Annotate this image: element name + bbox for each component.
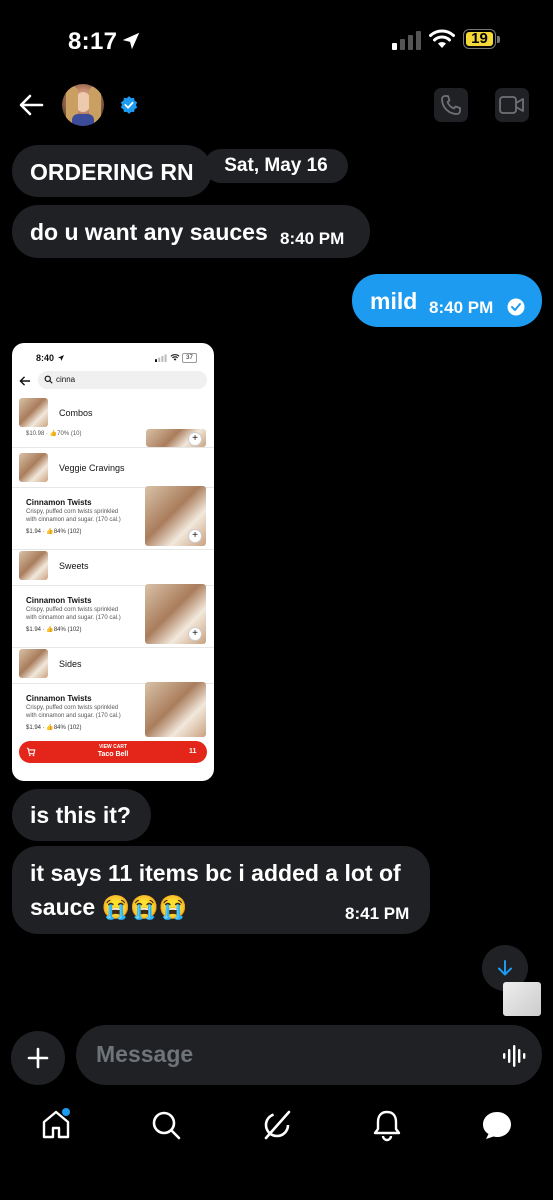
shot-price-line: $1.94 · 👍84% (102) <box>26 627 82 633</box>
voice-call-button[interactable] <box>434 88 468 122</box>
shot-category: Veggie Cravings <box>59 463 125 473</box>
date-chip: Sat, May 16 <box>204 149 348 183</box>
video-call-button[interactable] <box>495 88 529 122</box>
add-attachment-button[interactable] <box>11 1031 65 1085</box>
shot-price-line: $10.98 · 👍70% (10) <box>26 431 82 437</box>
message-text: is this it? <box>30 802 131 828</box>
shot-category: Sweets <box>59 561 89 571</box>
scroll-down-icon <box>498 960 512 976</box>
media-preview-thumbnail[interactable] <box>503 982 541 1016</box>
plus-icon <box>27 1047 49 1069</box>
search-icon[interactable] <box>150 1108 182 1142</box>
message-bubble-received[interactable]: do u want any sauces 8:40 PM <box>12 205 370 258</box>
grok-icon[interactable] <box>261 1108 293 1142</box>
message-text: mild <box>370 288 418 314</box>
message-bubble-sent[interactable]: mild 8:40 PM <box>352 274 542 327</box>
category-thumbnail <box>19 649 48 678</box>
message-time: 8:40 PM <box>280 229 345 248</box>
shot-item-title: Cinnamon Twists <box>26 596 92 605</box>
shot-price-line: $1.94 · 👍84% (102) <box>26 725 82 731</box>
message-text: ORDERING RN <box>30 159 194 185</box>
message-bubble-received[interactable]: it says 11 items bc i added a lot of sau… <box>12 846 430 934</box>
battery-level: 19 <box>471 30 488 47</box>
image-attachment[interactable]: 8:40 37 cinna Combos $10.98 · 👍70% (10) … <box>12 343 214 781</box>
shot-status-time: 8:40 <box>36 353 55 363</box>
location-arrow-icon <box>58 355 64 361</box>
shot-search-field: cinna <box>38 371 207 389</box>
search-icon <box>44 375 53 384</box>
category-thumbnail <box>19 551 48 580</box>
shot-category: Combos <box>59 408 93 418</box>
battery-icon: 19 <box>463 29 501 51</box>
message-bubble-received[interactable]: ORDERING RN <box>12 145 212 197</box>
status-time: 8:17 <box>68 28 118 55</box>
verified-icon <box>120 96 138 114</box>
add-item-icon: + <box>189 530 201 542</box>
shot-item-desc: Crispy, puffed corn twists sprinkled <box>26 607 119 613</box>
cart-label: VIEW CART <box>98 744 128 750</box>
bell-icon[interactable] <box>371 1108 403 1142</box>
message-time: 8:40 PM <box>429 298 494 317</box>
cart-count: 11 <box>189 748 197 755</box>
message-text: it says 11 items bc i added a lot of <box>30 860 401 886</box>
cart-store: Taco Bell <box>97 751 129 758</box>
message-time: 8:41 PM <box>345 904 410 923</box>
cellular-signal-icon <box>392 31 421 50</box>
category-thumbnail <box>19 453 48 482</box>
message-placeholder: Message <box>96 1041 194 1067</box>
add-item-icon: + <box>189 433 201 445</box>
combo-thumbnail <box>19 398 48 427</box>
shot-item-title: Cinnamon Twists <box>26 498 92 507</box>
shot-item-desc: with cinnamon and sugar. (170 cal.) <box>26 517 121 523</box>
read-check-icon <box>507 298 525 316</box>
shot-item-desc: Crispy, puffed corn twists sprinkled <box>26 705 119 711</box>
cellular-signal-icon <box>155 354 167 362</box>
message-text: sauce 😭😭😭 <box>30 894 188 920</box>
message-text: do u want any sauces <box>30 219 268 245</box>
home-icon[interactable] <box>40 1108 72 1142</box>
message-bubble-received[interactable]: is this it? <box>12 789 151 841</box>
wifi-icon <box>429 29 455 48</box>
shot-item-desc: with cinnamon and sugar. (170 cal.) <box>26 615 121 621</box>
add-item-icon: + <box>189 628 201 640</box>
shot-price-line: $1.94 · 👍84% (102) <box>26 529 82 535</box>
voice-icon[interactable] <box>502 1043 528 1069</box>
wifi-icon <box>170 354 180 361</box>
view-cart-bar: VIEW CART Taco Bell 11 <box>19 741 207 763</box>
back-arrow-icon[interactable] <box>18 92 44 118</box>
shot-item-title: Cinnamon Twists <box>26 694 92 703</box>
shot-item-desc: with cinnamon and sugar. (170 cal.) <box>26 713 121 719</box>
video-icon <box>499 96 524 114</box>
item-image <box>145 682 206 737</box>
shot-search-query: cinna <box>56 375 76 384</box>
back-arrow-icon <box>19 376 31 386</box>
shot-item-desc: Crispy, puffed corn twists sprinkled <box>26 509 119 515</box>
location-arrow-icon <box>122 32 140 50</box>
contact-avatar[interactable] <box>62 84 104 126</box>
messages-icon[interactable] <box>481 1108 513 1142</box>
shot-category: Sides <box>59 659 82 669</box>
shot-battery: 37 <box>182 353 197 363</box>
phone-icon <box>441 95 461 115</box>
